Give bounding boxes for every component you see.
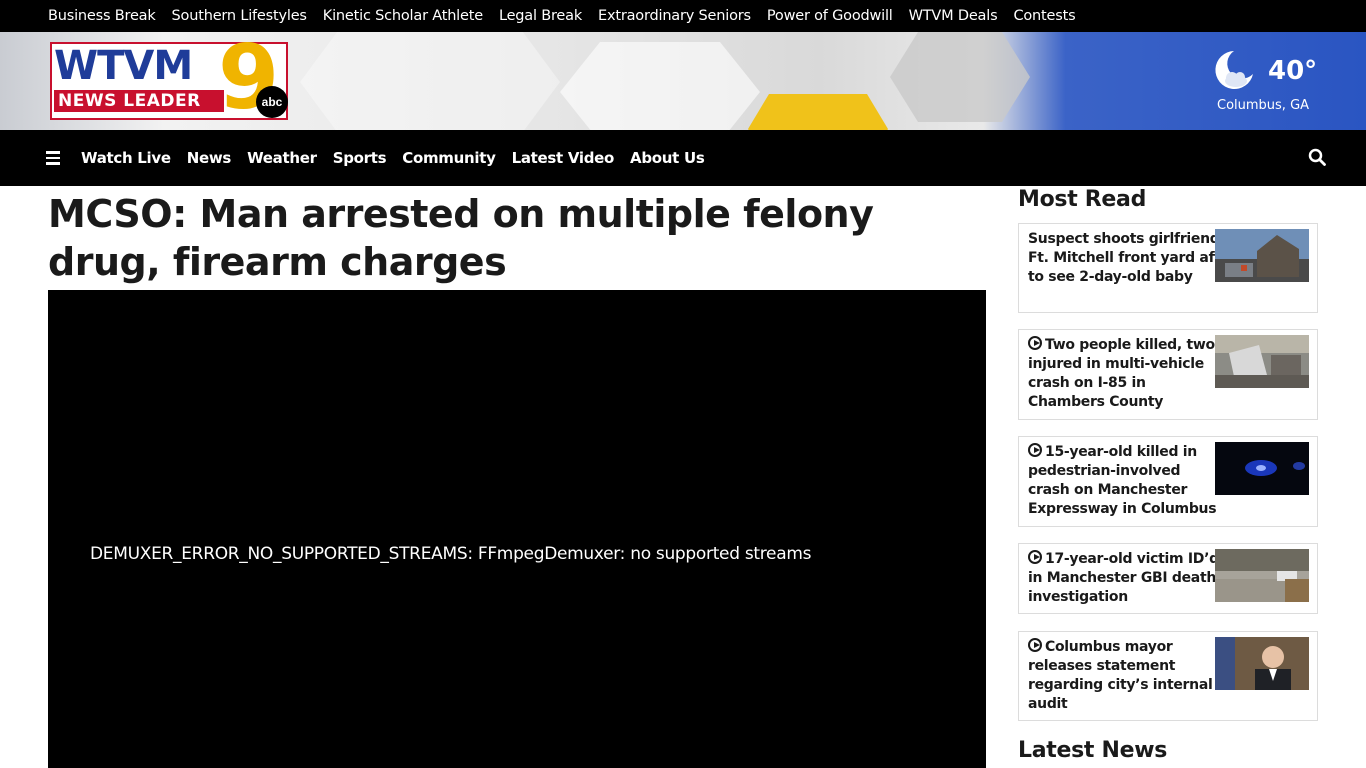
weather-location: Columbus, GA	[1217, 98, 1310, 113]
nav-item-watch-live[interactable]: Watch Live	[81, 149, 171, 167]
logo-network: abc	[256, 86, 288, 118]
moon-cloud-icon	[1215, 51, 1253, 89]
promo-link-extraordinary-seniors[interactable]: Extraordinary Seniors	[598, 8, 751, 24]
most-read-thumbnail	[1215, 637, 1309, 690]
hamburger-menu-icon[interactable]	[46, 151, 60, 165]
video-player[interactable]: DEMUXER_ERROR_NO_SUPPORTED_STREAMS: FFmp…	[48, 290, 986, 768]
player-error-message: DEMUXER_ERROR_NO_SUPPORTED_STREAMS: FFmp…	[90, 544, 812, 564]
most-read-item[interactable]: Suspect shoots girlfriend’s uncle in Ft.…	[1018, 223, 1318, 313]
most-read-heading: Most Read	[1018, 187, 1147, 212]
most-read-thumbnail	[1215, 229, 1309, 282]
most-read-item-title: Two people killed, two injured in multi-…	[1028, 336, 1220, 412]
logo-tagline: NEWS LEADER	[54, 90, 224, 112]
play-video-icon	[1028, 336, 1042, 350]
most-read-thumbnail	[1215, 335, 1309, 388]
promo-link-southern-lifestyles[interactable]: Southern Lifestyles	[172, 8, 307, 24]
most-read-item[interactable]: Two people killed, two injured in multi-…	[1018, 329, 1318, 420]
play-video-icon	[1028, 550, 1042, 564]
latest-news-heading: Latest News	[1018, 738, 1168, 763]
most-read-item-title: Columbus mayor releases statement regard…	[1028, 638, 1220, 714]
most-read-item-title: 17-year-old victim ID’d in Manchester GB…	[1028, 550, 1220, 607]
most-read-thumbnail	[1215, 549, 1309, 602]
main-nav: Watch Live News Weather Sports Community…	[0, 130, 1366, 186]
most-read-thumbnail	[1215, 442, 1309, 495]
promo-link-contests[interactable]: Contests	[1013, 8, 1075, 24]
search-icon[interactable]	[1308, 148, 1326, 166]
most-read-item-text: 17-year-old victim ID’d in Manchester GB…	[1028, 551, 1219, 605]
promo-link-legal-break[interactable]: Legal Break	[499, 8, 582, 24]
weather-widget[interactable]: 40° Columbus, GA	[1210, 46, 1330, 116]
most-read-item-text: Two people killed, two injured in multi-…	[1028, 337, 1215, 410]
promo-link-power-of-goodwill[interactable]: Power of Goodwill	[767, 8, 893, 24]
weather-temperature: 40°	[1268, 56, 1318, 86]
play-video-icon	[1028, 638, 1042, 652]
nav-item-community[interactable]: Community	[402, 149, 496, 167]
header-banner: WTVM NEWS LEADER 9 abc 40° Columbus, GA	[0, 32, 1366, 130]
most-read-item-text: Columbus mayor releases statement regard…	[1028, 639, 1213, 712]
banner-decoration	[300, 32, 560, 130]
nav-item-news[interactable]: News	[187, 149, 232, 167]
most-read-item-title: Suspect shoots girlfriend’s uncle in Ft.…	[1028, 230, 1303, 287]
article-headline: MCSO: Man arrested on multiple felony dr…	[48, 192, 874, 284]
station-logo[interactable]: WTVM NEWS LEADER 9 abc	[50, 34, 288, 122]
promo-link-business-break[interactable]: Business Break	[48, 8, 156, 24]
promo-link-wtvm-deals[interactable]: WTVM Deals	[909, 8, 998, 24]
most-read-item-title: 15-year-old killed in pedestrian-involve…	[1028, 443, 1220, 519]
most-read-item[interactable]: 15-year-old killed in pedestrian-involve…	[1018, 436, 1318, 527]
most-read-item-text: 15-year-old killed in pedestrian-involve…	[1028, 444, 1217, 517]
banner-decoration	[890, 32, 1030, 122]
most-read-item[interactable]: 17-year-old victim ID’d in Manchester GB…	[1018, 543, 1318, 614]
promo-link-kinetic-scholar-athlete[interactable]: Kinetic Scholar Athlete	[323, 8, 483, 24]
most-read-item[interactable]: Columbus mayor releases statement regard…	[1018, 631, 1318, 721]
logo-call-letters: WTVM	[54, 43, 193, 89]
top-promo-bar: Business Break Southern Lifestyles Kinet…	[0, 0, 1366, 32]
banner-decoration	[560, 42, 760, 130]
nav-item-latest-video[interactable]: Latest Video	[512, 149, 615, 167]
nav-item-about-us[interactable]: About Us	[630, 149, 705, 167]
nav-item-sports[interactable]: Sports	[333, 149, 387, 167]
nav-item-weather[interactable]: Weather	[247, 149, 317, 167]
play-video-icon	[1028, 443, 1042, 457]
banner-decoration	[748, 94, 888, 130]
nav-items: Watch Live News Weather Sports Community…	[81, 130, 720, 186]
